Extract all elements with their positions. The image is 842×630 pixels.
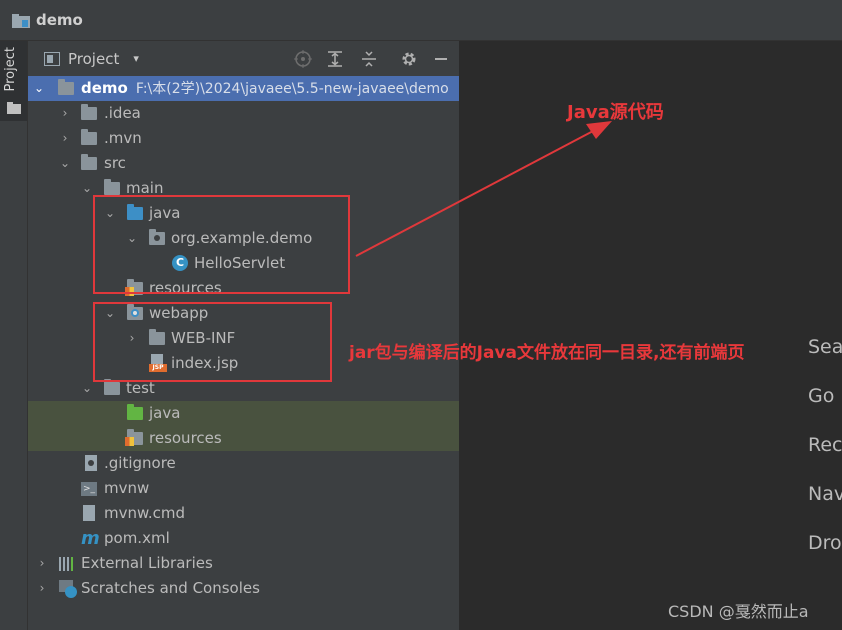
annotation-webapp: jar包与编译后的Java文件放在同一目录,还有前端页 — [349, 343, 745, 363]
annotation-arrow — [355, 121, 612, 257]
annotation-java-source: Java源代码 — [567, 102, 664, 123]
watermark: CSDN @戛然而止a — [668, 602, 809, 621]
